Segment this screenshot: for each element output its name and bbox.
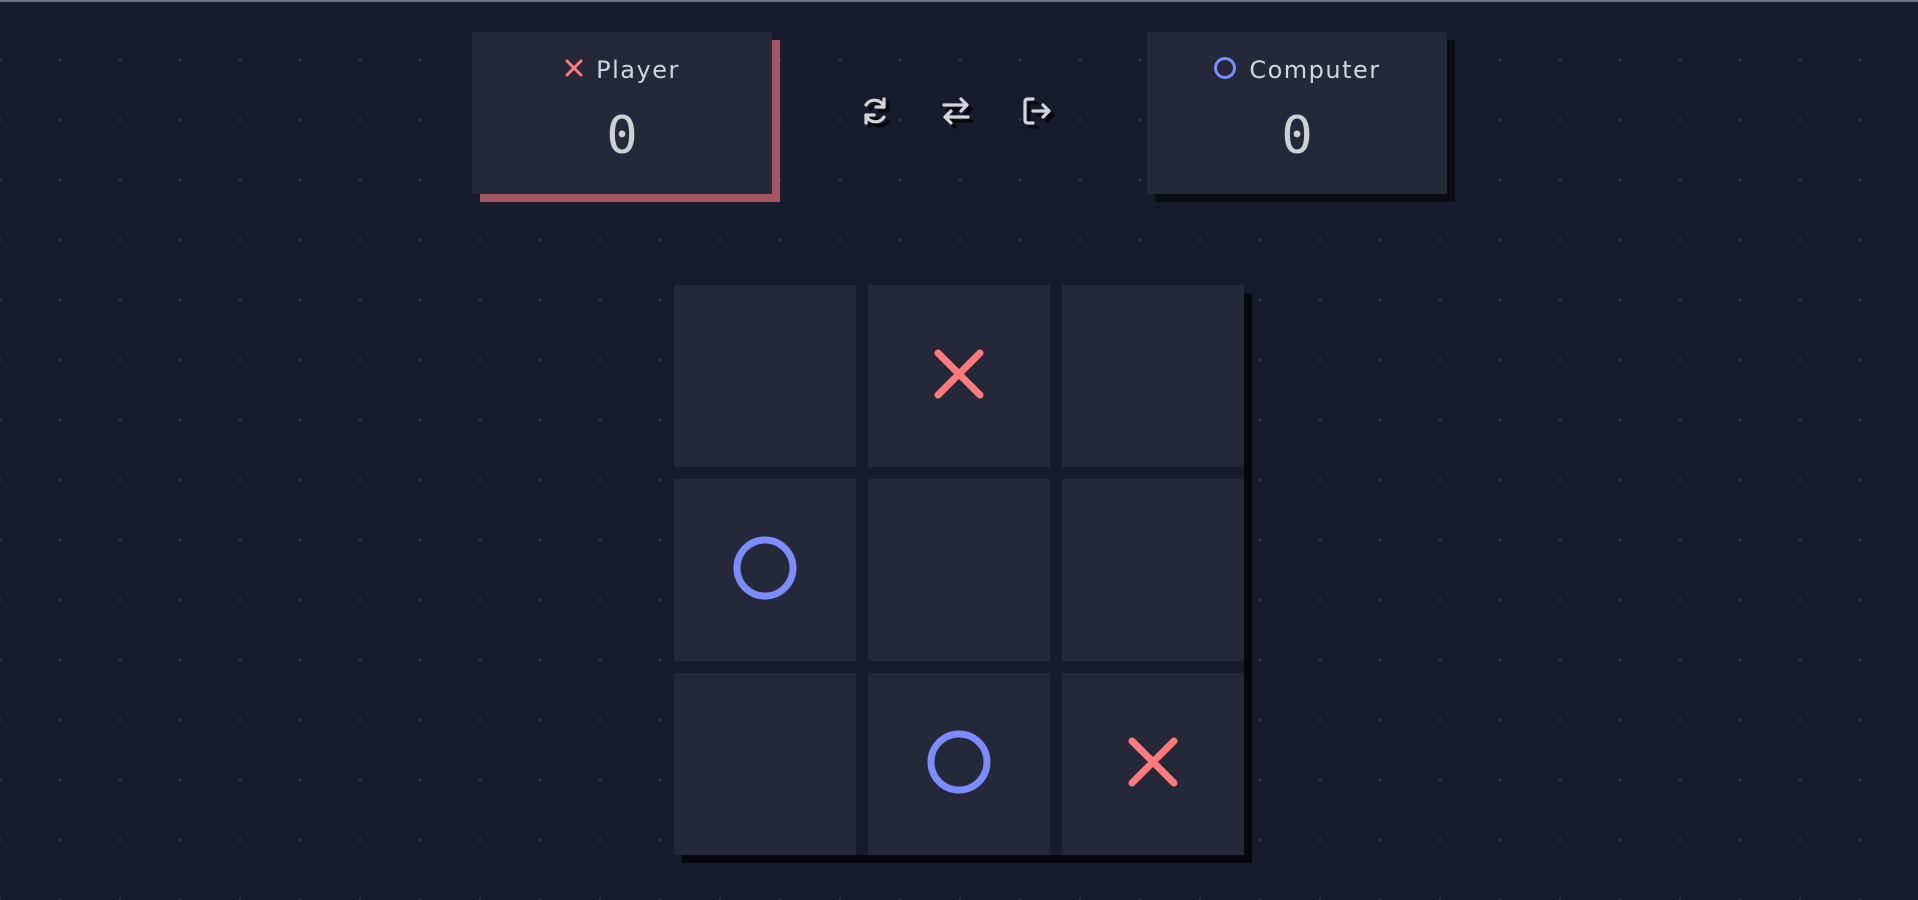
game-controls xyxy=(852,90,1082,136)
board-cell-3[interactable] xyxy=(1062,285,1244,467)
game-board xyxy=(674,285,1244,855)
board-cell-8[interactable] xyxy=(868,673,1050,855)
o-mark-icon xyxy=(730,533,800,607)
restart-icon xyxy=(858,94,892,132)
computer-score-header: Computer xyxy=(1147,54,1447,86)
board-cell-5[interactable] xyxy=(868,479,1050,661)
x-mark-icon xyxy=(1118,727,1188,801)
board-cell-4[interactable] xyxy=(674,479,856,661)
computer-score: 0 xyxy=(1281,106,1313,166)
o-mark-icon xyxy=(1213,56,1237,84)
computer-name: Computer xyxy=(1249,56,1381,84)
x-mark-icon xyxy=(564,58,584,82)
player-score-card: Player 0 xyxy=(472,32,772,194)
swap-arrows-icon xyxy=(939,94,973,132)
window-top-border xyxy=(0,0,1918,2)
o-mark-icon xyxy=(924,727,994,801)
exit-button[interactable] xyxy=(1014,90,1060,136)
board-cell-2[interactable] xyxy=(868,285,1050,467)
board-cell-6[interactable] xyxy=(1062,479,1244,661)
swap-button[interactable] xyxy=(933,90,979,136)
player-score: 0 xyxy=(606,106,638,166)
board-cell-7[interactable] xyxy=(674,673,856,855)
x-mark-icon xyxy=(924,339,994,413)
restart-button[interactable] xyxy=(852,90,898,136)
exit-icon xyxy=(1020,94,1054,132)
player-score-header: Player xyxy=(472,54,772,86)
player-name: Player xyxy=(596,56,680,84)
board-cell-9[interactable] xyxy=(1062,673,1244,855)
computer-score-card: Computer 0 xyxy=(1147,32,1447,194)
board-cell-1[interactable] xyxy=(674,285,856,467)
